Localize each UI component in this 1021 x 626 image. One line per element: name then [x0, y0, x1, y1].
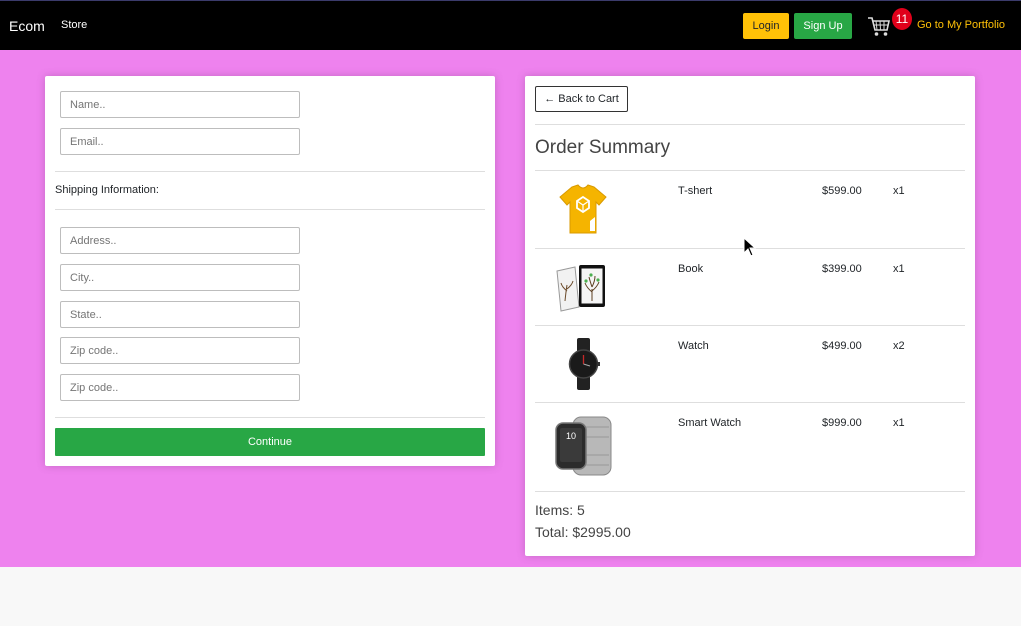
item-price: $399.00 [822, 263, 862, 275]
item-name: Smart Watch [678, 417, 742, 429]
address-input[interactable] [60, 227, 300, 254]
item-name: T-shert [678, 185, 713, 197]
continue-button[interactable]: Continue [55, 428, 485, 456]
checkout-form-card: Shipping Information: Continue [45, 76, 495, 466]
brand-link[interactable]: Ecom [9, 18, 45, 34]
email-input[interactable] [60, 128, 300, 155]
state-input[interactable] [60, 301, 300, 328]
divider [55, 209, 485, 210]
item-price: $999.00 [822, 417, 862, 429]
mouse-cursor-icon [743, 237, 757, 257]
items-count: Items: 5 [535, 502, 585, 518]
divider [55, 417, 485, 418]
item-quantity: x1 [893, 185, 905, 197]
item-price: $599.00 [822, 185, 862, 197]
divider [535, 491, 965, 492]
order-item-row: Watch $499.00 x2 [535, 326, 965, 403]
item-quantity: x1 [893, 417, 905, 429]
navbar: Ecom Store Login Sign Up 11 Go to My Por… [0, 0, 1021, 50]
divider [55, 171, 485, 172]
item-name: Book [678, 263, 704, 275]
login-button[interactable]: Login [743, 13, 789, 39]
order-item-row: Book $399.00 x1 [535, 249, 965, 326]
smartwatch-image: 10 [555, 416, 612, 476]
order-summary-title: Order Summary [535, 137, 671, 158]
signup-button[interactable]: Sign Up [794, 13, 852, 39]
zipcode-input[interactable] [60, 337, 300, 364]
item-quantity: x1 [893, 263, 905, 275]
order-total: Total: $2995.00 [535, 524, 631, 540]
order-summary-card: ← Back to Cart Order Summary T-shert $59… [525, 76, 975, 556]
cart-count-badge: 11 [892, 8, 912, 30]
tshirt-image [559, 184, 607, 234]
portfolio-link[interactable]: Go to My Portfolio [917, 19, 1005, 31]
svg-text:10: 10 [566, 431, 576, 441]
back-to-cart-button[interactable]: ← Back to Cart [535, 86, 628, 112]
watch-image [568, 338, 600, 390]
cart-icon[interactable] [867, 15, 891, 37]
item-price: $499.00 [822, 340, 862, 352]
item-name: Watch [678, 340, 709, 352]
nav-store-link[interactable]: Store [61, 19, 87, 31]
zipcode-input-2[interactable] [60, 374, 300, 401]
item-quantity: x2 [893, 340, 905, 352]
book-image [556, 265, 605, 312]
shipping-info-label: Shipping Information: [55, 184, 159, 196]
name-input[interactable] [60, 91, 300, 118]
city-input[interactable] [60, 264, 300, 291]
order-item-row: 10 Smart Watch $999.00 x1 [535, 403, 965, 491]
divider [535, 124, 965, 125]
